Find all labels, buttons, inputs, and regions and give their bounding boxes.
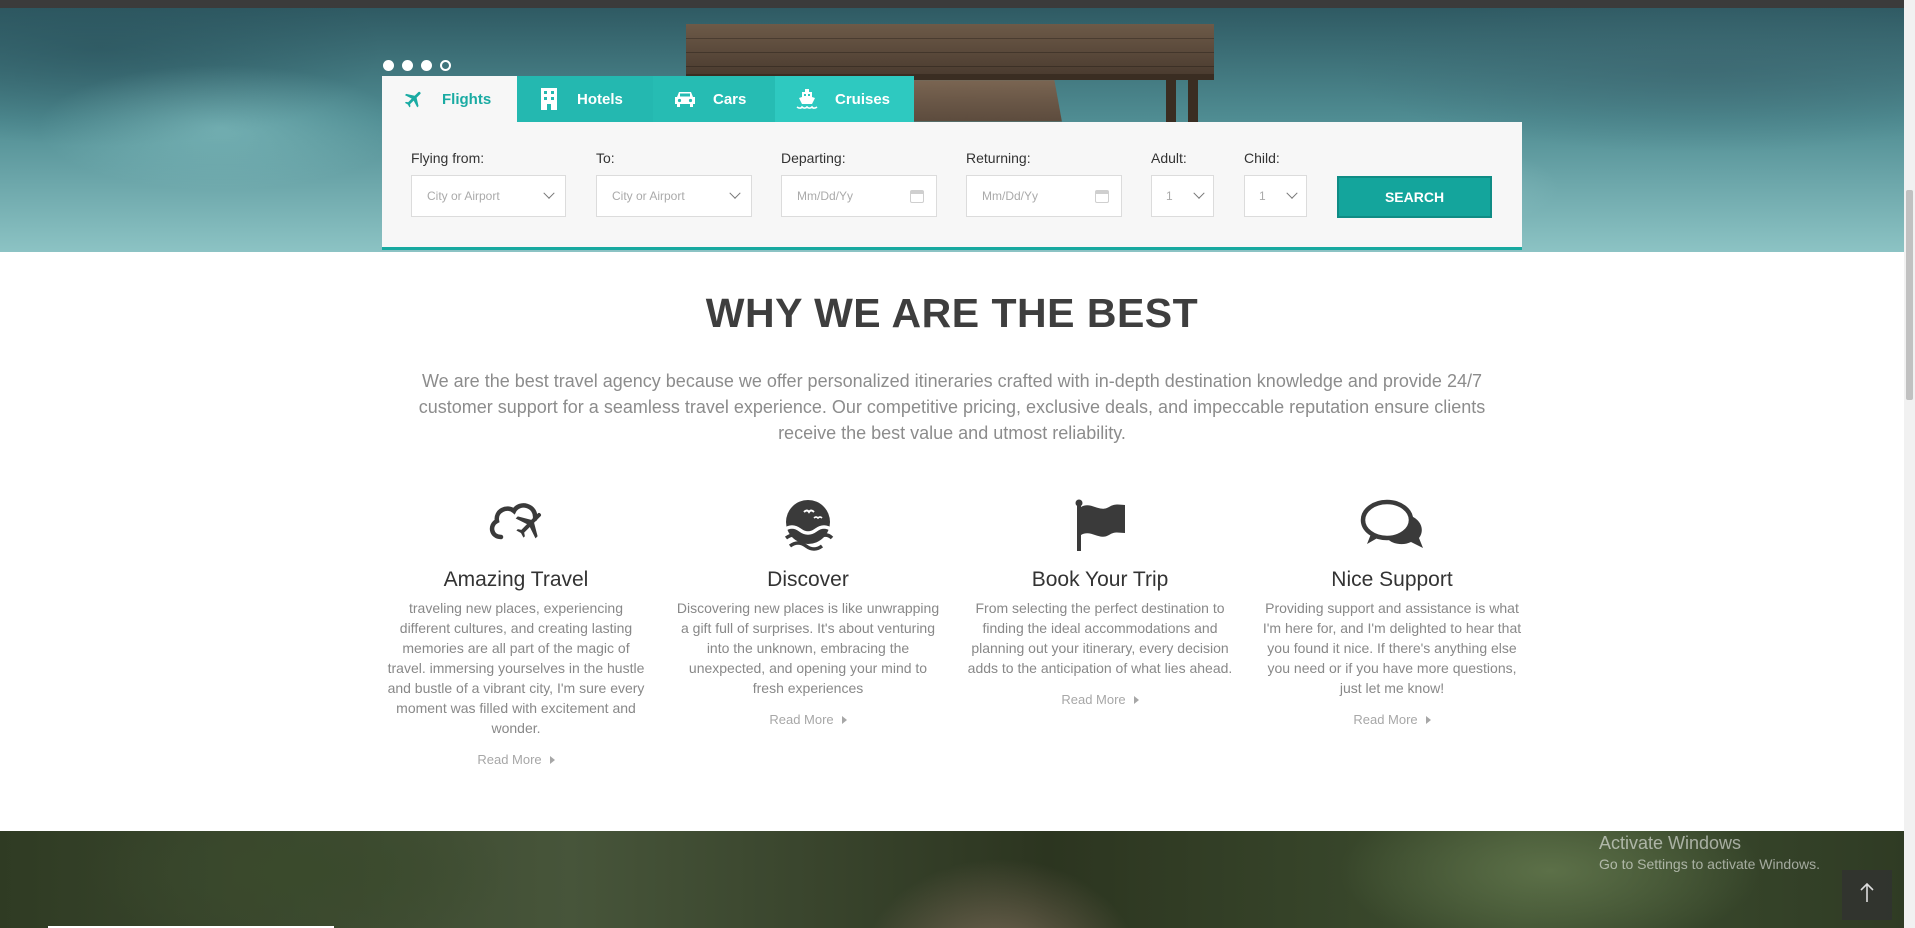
tab-label: Hotels xyxy=(577,90,623,108)
chevron-down-icon xyxy=(1193,187,1205,199)
to-select[interactable]: City or Airport xyxy=(596,175,752,217)
slider-dots xyxy=(383,60,451,71)
feature-book-your-trip: Book Your Trip From selecting the perfec… xyxy=(966,496,1234,709)
car-icon xyxy=(673,87,697,111)
flying-from-field: Flying from: City or Airport xyxy=(411,150,566,217)
flying-from-label: Flying from: xyxy=(411,150,485,166)
back-to-top-button[interactable] xyxy=(1842,870,1892,920)
section-title: WHY WE ARE THE BEST xyxy=(705,290,1199,336)
read-more-link[interactable]: Read More xyxy=(1353,712,1431,727)
feature-title: Book Your Trip xyxy=(1031,568,1169,591)
feature-amazing-travel: Amazing Travel traveling new places, exp… xyxy=(382,496,650,769)
slider-dot[interactable] xyxy=(421,60,432,71)
feature-text: Discovering new places is like unwrappin… xyxy=(676,600,940,696)
calendar-icon xyxy=(1095,189,1109,203)
chevron-down-icon xyxy=(543,187,555,199)
building-icon xyxy=(537,87,561,111)
search-panel: Flying from: City or Airport To: City or… xyxy=(382,122,1522,250)
read-more-label: Read More xyxy=(1061,692,1126,707)
caret-right-icon xyxy=(841,715,847,724)
to-placeholder: City or Airport xyxy=(612,189,685,203)
chevron-down-icon xyxy=(1286,187,1298,199)
feature-nice-support: Nice Support Providing support and assis… xyxy=(1258,496,1526,729)
departing-placeholder: Mm/Dd/Yy xyxy=(797,189,854,203)
caret-right-icon xyxy=(1425,715,1431,724)
child-label: Child: xyxy=(1244,150,1280,166)
page: Flights Hotels Cars Cruises Flying from:… xyxy=(0,0,1915,928)
tab-hotels[interactable]: Hotels xyxy=(517,76,653,122)
dock-post xyxy=(1166,80,1176,124)
read-more-link[interactable]: Read More xyxy=(769,712,847,727)
adult-label: Adult: xyxy=(1151,150,1187,166)
arrow-up-icon xyxy=(1859,882,1875,909)
dock-post xyxy=(1188,80,1198,124)
feature-title: Nice Support xyxy=(1331,568,1453,591)
caret-right-icon xyxy=(1133,695,1139,704)
tab-flights[interactable]: Flights xyxy=(382,76,517,122)
flag-icon xyxy=(966,496,1234,554)
feature-discover: Discover Discovering new places is like … xyxy=(674,496,942,729)
dock-image xyxy=(686,24,1214,80)
watermark-subtitle: Go to Settings to activate Windows. xyxy=(1599,856,1820,872)
scrollbar-thumb[interactable] xyxy=(1906,190,1913,400)
returning-field: Returning: Mm/Dd/Yy xyxy=(966,150,1122,217)
slider-dot[interactable] xyxy=(402,60,413,71)
booking-tabs: Flights Hotels Cars Cruises xyxy=(382,76,914,122)
feature-text: Providing support and assistance is what… xyxy=(1262,600,1522,696)
child-select[interactable]: 1 xyxy=(1244,175,1307,217)
watermark-title: Activate Windows xyxy=(1599,833,1742,853)
caret-right-icon xyxy=(549,755,555,764)
departing-label: Departing: xyxy=(781,150,846,166)
tab-cruises[interactable]: Cruises xyxy=(775,76,914,122)
search-button[interactable]: SEARCH xyxy=(1337,176,1492,218)
tab-label: Flights xyxy=(442,90,492,108)
child-field: Child: 1 xyxy=(1244,150,1307,217)
slider-dot-active[interactable] xyxy=(440,60,451,71)
read-more-label: Read More xyxy=(1353,712,1418,727)
sunset-waves-icon xyxy=(674,496,942,554)
tab-label: Cruises xyxy=(835,90,891,108)
flying-from-placeholder: City or Airport xyxy=(427,189,500,203)
read-more-link[interactable]: Read More xyxy=(1061,692,1139,707)
features-grid: Amazing Travel traveling new places, exp… xyxy=(382,496,1522,786)
section-description: We are the best travel agency because we… xyxy=(418,371,1486,443)
feature-title: Amazing Travel xyxy=(443,568,589,591)
child-value: 1 xyxy=(1259,189,1266,203)
returning-placeholder: Mm/Dd/Yy xyxy=(982,189,1039,203)
departing-date-input[interactable]: Mm/Dd/Yy xyxy=(781,175,937,217)
slider-dot[interactable] xyxy=(383,60,394,71)
vertical-scrollbar[interactable] xyxy=(1904,0,1915,928)
adult-value: 1 xyxy=(1166,189,1173,203)
flying-from-select[interactable]: City or Airport xyxy=(411,175,566,217)
read-more-label: Read More xyxy=(477,752,542,767)
to-field: To: City or Airport xyxy=(596,150,752,217)
top-bar xyxy=(0,0,1904,8)
calendar-icon xyxy=(910,189,924,203)
returning-label: Returning: xyxy=(966,150,1031,166)
plane-icon xyxy=(402,87,426,111)
returning-date-input[interactable]: Mm/Dd/Yy xyxy=(966,175,1122,217)
chevron-down-icon xyxy=(729,187,741,199)
tab-label: Cars xyxy=(713,90,747,108)
feature-text: From selecting the perfect destination t… xyxy=(967,600,1233,676)
windows-activation-watermark: Activate Windows Go to Settings to activ… xyxy=(1599,833,1820,872)
tab-cars[interactable]: Cars xyxy=(653,76,775,122)
ship-icon xyxy=(795,87,819,111)
departing-field: Departing: Mm/Dd/Yy xyxy=(781,150,937,217)
adult-field: Adult: 1 xyxy=(1151,150,1214,217)
adult-select[interactable]: 1 xyxy=(1151,175,1214,217)
feature-title: Discover xyxy=(767,568,849,591)
read-more-link[interactable]: Read More xyxy=(477,752,555,767)
cloud-plane-icon xyxy=(382,496,650,554)
feature-text: traveling new places, experiencing diffe… xyxy=(387,600,645,736)
chat-bubbles-icon xyxy=(1258,496,1526,554)
read-more-label: Read More xyxy=(769,712,834,727)
to-label: To: xyxy=(596,150,615,166)
